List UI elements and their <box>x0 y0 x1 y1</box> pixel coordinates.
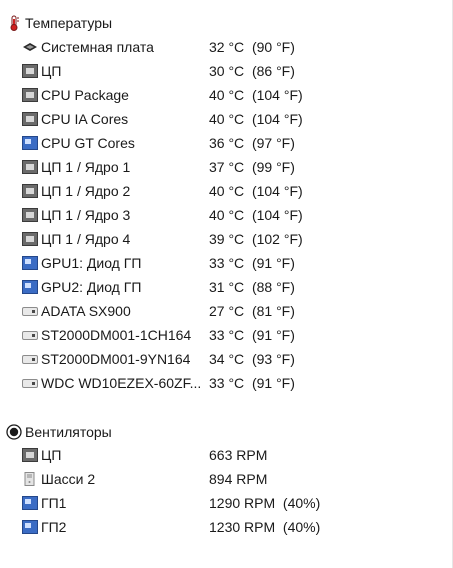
sensor-name: ГП1 <box>41 495 67 511</box>
gpu-icon <box>22 520 38 534</box>
sensor-name: Системная плата <box>41 39 154 55</box>
thermometer-icon <box>6 15 22 31</box>
fan-row[interactable]: Шасси 2 894 RPM <box>20 468 440 490</box>
temperature-row[interactable]: ЦП 1 / Ядро 2 40 °C (104 °F) <box>20 180 440 202</box>
cpu-chip-icon <box>22 160 38 174</box>
sensor-name: GPU1: Диод ГП <box>41 255 142 271</box>
temperature-row[interactable]: CPU Package 40 °C (104 °F) <box>20 84 440 106</box>
sensor-value: 40 °C (104 °F) <box>209 87 303 103</box>
sensor-name: ЦП <box>41 63 62 79</box>
cpu-chip-icon <box>22 112 38 126</box>
sensor-value: 32 °C (90 °F) <box>209 39 295 55</box>
temperature-row[interactable]: GPU1: Диод ГП 33 °C (91 °F) <box>20 252 440 274</box>
temperature-row[interactable]: ЦП 1 / Ядро 1 37 °C (99 °F) <box>20 156 440 178</box>
disk-drive-icon <box>22 379 38 388</box>
fans-header[interactable]: Вентиляторы <box>6 421 112 443</box>
sensor-name: CPU IA Cores <box>41 111 129 127</box>
motherboard-icon <box>22 40 38 54</box>
temperatures-header[interactable]: Температуры <box>6 12 112 34</box>
sensor-value: 40 °C (104 °F) <box>209 207 303 223</box>
sensor-name: ЦП <box>41 447 62 463</box>
gpu-icon <box>22 280 38 294</box>
temperature-row[interactable]: Системная плата 32 °C (90 °F) <box>20 36 440 58</box>
fan-row[interactable]: ГП2 1230 RPM (40%) <box>20 516 440 538</box>
sensor-name: ST2000DM001-1CH164 <box>41 327 192 343</box>
temperature-row[interactable]: GPU2: Диод ГП 31 °C (88 °F) <box>20 276 440 298</box>
fan-row[interactable]: ЦП 663 RPM <box>20 444 440 466</box>
sensor-name: CPU GT Cores <box>41 135 135 151</box>
cpu-chip-icon <box>22 184 38 198</box>
sensor-value: 27 °C (81 °F) <box>209 303 295 319</box>
disk-drive-icon <box>22 355 38 364</box>
temperatures-title: Температуры <box>25 15 113 31</box>
sensor-name: ST2000DM001-9YN164 <box>41 351 191 367</box>
cpu-chip-icon <box>22 64 38 78</box>
sensor-value: 36 °C (97 °F) <box>209 135 295 151</box>
temperature-row[interactable]: ST2000DM001-1CH164 33 °C (91 °F) <box>20 324 440 346</box>
temperature-row[interactable]: ST2000DM001-9YN164 34 °C (93 °F) <box>20 348 440 370</box>
cpu-chip-icon <box>22 232 38 246</box>
sensor-value: 33 °C (91 °F) <box>209 255 295 271</box>
sensor-name: ЦП 1 / Ядро 2 <box>41 183 131 199</box>
sensor-value: 1290 RPM (40%) <box>209 495 321 511</box>
sensor-name: ГП2 <box>41 519 67 535</box>
sensor-value: 30 °C (86 °F) <box>209 63 295 79</box>
sensor-value: 663 RPM <box>209 447 268 463</box>
sensor-name: WDC WD10EZEX-60ZF... <box>41 375 202 391</box>
sensor-name: Шасси 2 <box>41 471 96 487</box>
temperature-row[interactable]: ЦП 1 / Ядро 3 40 °C (104 °F) <box>20 204 440 226</box>
sensor-name: ЦП 1 / Ядро 4 <box>41 231 131 247</box>
cpu-chip-icon <box>22 448 38 462</box>
cpu-chip-icon <box>22 88 38 102</box>
gpu-icon <box>22 136 38 150</box>
chassis-icon <box>22 472 38 486</box>
temperature-row[interactable]: ADATA SX900 27 °C (81 °F) <box>20 300 440 322</box>
gpu-icon <box>22 256 38 270</box>
sensor-value: 40 °C (104 °F) <box>209 111 303 127</box>
fan-row[interactable]: ГП1 1290 RPM (40%) <box>20 492 440 514</box>
temperature-row[interactable]: CPU IA Cores 40 °C (104 °F) <box>20 108 440 130</box>
sensor-value: 894 RPM <box>209 471 268 487</box>
disk-drive-icon <box>22 307 38 316</box>
sensor-value: 37 °C (99 °F) <box>209 159 295 175</box>
temperature-row[interactable]: ЦП 1 / Ядро 4 39 °C (102 °F) <box>20 228 440 250</box>
temperature-row[interactable]: CPU GT Cores 36 °C (97 °F) <box>20 132 440 154</box>
sensor-name: GPU2: Диод ГП <box>41 279 142 295</box>
sensor-value: 1230 RPM (40%) <box>209 519 321 535</box>
sensor-value: 40 °C (104 °F) <box>209 183 303 199</box>
sensor-panel: Температуры Системная плата 32 °C (90 °F)… <box>0 0 453 568</box>
disk-drive-icon <box>22 331 38 340</box>
sensor-value: 34 °C (93 °F) <box>209 351 295 367</box>
gpu-icon <box>22 496 38 510</box>
sensor-name: CPU Package <box>41 87 129 103</box>
fan-icon <box>6 424 22 440</box>
temperature-row[interactable]: WDC WD10EZEX-60ZF... 33 °C (91 °F) <box>20 372 440 394</box>
sensor-value: 33 °C (91 °F) <box>209 327 295 343</box>
sensor-value: 39 °C (102 °F) <box>209 231 303 247</box>
temperature-row[interactable]: ЦП 30 °C (86 °F) <box>20 60 440 82</box>
sensor-value: 31 °C (88 °F) <box>209 279 295 295</box>
sensor-value: 33 °C (91 °F) <box>209 375 295 391</box>
sensor-name: ЦП 1 / Ядро 3 <box>41 207 131 223</box>
sensor-name: ADATA SX900 <box>41 303 131 319</box>
cpu-chip-icon <box>22 208 38 222</box>
fans-title: Вентиляторы <box>25 424 112 440</box>
sensor-name: ЦП 1 / Ядро 1 <box>41 159 131 175</box>
